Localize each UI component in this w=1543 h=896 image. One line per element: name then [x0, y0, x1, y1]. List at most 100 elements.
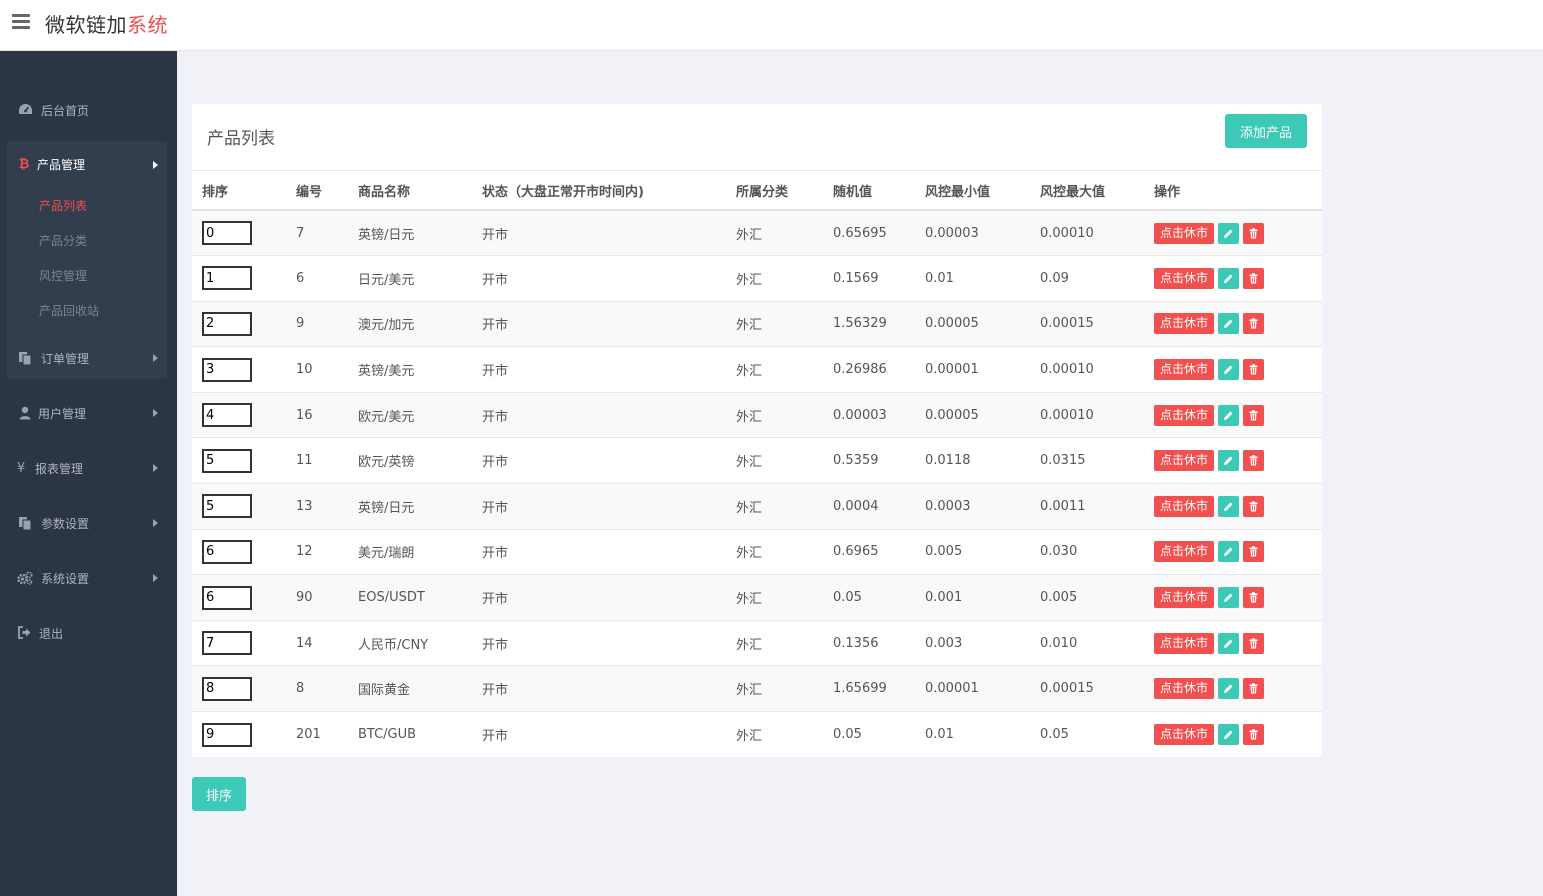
close-market-button[interactable]: 点击休市: [1154, 678, 1214, 700]
trash-icon[interactable]: [1243, 587, 1264, 609]
sort-order-input[interactable]: [202, 266, 252, 291]
market-status: 开市: [472, 392, 726, 439]
random-value: 0.1569: [823, 255, 915, 302]
sidebar-item-orders[interactable]: 订单管理: [0, 341, 177, 377]
product-list-panel: 产品列表 添加产品 排序 编号 商品名称 状态（大盘正常开市时间内) 所属分类 …: [192, 104, 1322, 757]
sidebar-item-home[interactable]: 后台首页: [0, 93, 177, 129]
edit-icon[interactable]: [1218, 404, 1239, 426]
sort-cell: [192, 529, 286, 576]
edit-icon[interactable]: [1218, 632, 1239, 654]
column-header: 商品名称: [348, 171, 472, 211]
dashboard-icon: [17, 103, 33, 119]
sort-order-input[interactable]: [202, 357, 252, 382]
sort-order-input[interactable]: [202, 494, 252, 519]
sidebar-subitem-recycle-bin[interactable]: 产品回收站: [39, 303, 99, 319]
risk-min: 0.00005: [915, 392, 1030, 439]
app-title: 微软链加系统: [45, 9, 168, 38]
sort-order-input[interactable]: [202, 585, 252, 610]
edit-icon[interactable]: [1218, 724, 1239, 746]
column-header: 编号: [286, 171, 348, 211]
close-market-button[interactable]: 点击休市: [1154, 587, 1214, 609]
category: 外汇: [736, 729, 763, 745]
risk-max: 0.030: [1030, 529, 1144, 576]
close-market-button[interactable]: 点击休市: [1154, 267, 1214, 289]
sort-order-input[interactable]: [202, 676, 252, 701]
sort-button[interactable]: 排序: [192, 777, 246, 811]
column-header: 状态（大盘正常开市时间内): [472, 171, 726, 211]
category: 外汇: [726, 574, 823, 621]
yen-icon: ¥: [16, 461, 26, 476]
random-value: 0.1356: [823, 620, 915, 667]
trash-icon[interactable]: [1243, 724, 1264, 746]
trash-icon[interactable]: [1243, 495, 1264, 517]
product-id: 12: [286, 529, 348, 576]
category: 外汇: [726, 392, 823, 439]
sort-order-input[interactable]: [202, 539, 252, 564]
edit-icon[interactable]: [1218, 313, 1239, 335]
product-name: 澳元/加元: [348, 301, 472, 348]
close-market-button[interactable]: 点击休市: [1154, 495, 1214, 517]
trash-icon[interactable]: [1243, 678, 1264, 700]
edit-icon[interactable]: [1218, 450, 1239, 472]
sort-order-input[interactable]: [202, 448, 252, 473]
close-market-button[interactable]: 点击休市: [1154, 222, 1214, 244]
product-id: 6: [286, 255, 348, 302]
risk-max: 0.0315: [1030, 437, 1144, 485]
edit-icon[interactable]: [1218, 678, 1239, 700]
risk-max: 0.005: [1030, 574, 1144, 621]
close-market-button[interactable]: 点击休市: [1154, 404, 1214, 426]
sort-order-input[interactable]: [202, 403, 252, 428]
close-market-button[interactable]: 点击休市: [1154, 541, 1214, 563]
edit-icon[interactable]: [1218, 267, 1239, 289]
actions-cell: 点击休市: [1144, 529, 1322, 576]
sidebar-item-params[interactable]: 参数设置: [0, 506, 177, 542]
sidebar: 后台首页 ₿ 产品管理 产品列表 产品分类 风控管理 产品回收站 订单管理 用户…: [0, 51, 177, 896]
sort-order-input[interactable]: [202, 311, 252, 336]
trash-icon[interactable]: [1243, 541, 1264, 563]
edit-icon[interactable]: [1218, 495, 1239, 517]
sidebar-item-products[interactable]: ₿ 产品管理: [7, 141, 167, 189]
caret-right-icon: [153, 519, 158, 527]
trash-icon[interactable]: [1243, 222, 1264, 244]
trash-icon[interactable]: [1243, 404, 1264, 426]
sidebar-item-system[interactable]: 系统设置: [0, 561, 177, 597]
edit-icon[interactable]: [1218, 222, 1239, 244]
close-market-button[interactable]: 点击休市: [1154, 359, 1214, 381]
edit-icon[interactable]: [1218, 587, 1239, 609]
category: 外汇: [726, 665, 823, 713]
trash-icon[interactable]: [1243, 313, 1264, 335]
edit-icon[interactable]: [1218, 541, 1239, 563]
close-market-button[interactable]: 点击休市: [1154, 632, 1214, 654]
close-market-button[interactable]: 点击休市: [1154, 724, 1214, 746]
trash-icon[interactable]: [1243, 632, 1264, 654]
top-bar: 微软链加系统: [0, 0, 1543, 51]
sidebar-item-users[interactable]: 用户管理: [0, 396, 177, 432]
trash-icon[interactable]: [1243, 450, 1264, 472]
risk-min: 0.001: [915, 574, 1030, 621]
column-header: 操作: [1144, 171, 1322, 211]
sidebar-subitem-product-list[interactable]: 产品列表: [39, 198, 87, 214]
user-icon: [17, 406, 33, 422]
trash-icon[interactable]: [1243, 359, 1264, 381]
close-market-button[interactable]: 点击休市: [1154, 450, 1214, 472]
edit-icon[interactable]: [1218, 359, 1239, 381]
sort-order-input[interactable]: [202, 631, 252, 656]
add-product-button[interactable]: 添加产品: [1225, 114, 1307, 148]
close-market-button[interactable]: 点击休市: [1154, 313, 1214, 335]
menu-toggle-icon[interactable]: [12, 14, 30, 30]
actions-cell: 点击休市: [1144, 620, 1322, 667]
trash-icon[interactable]: [1243, 267, 1264, 289]
risk-max: 0.010: [1030, 620, 1144, 667]
sort-order-input[interactable]: [202, 722, 252, 747]
sidebar-item-label: 用户管理: [38, 407, 87, 421]
sort-cell: [192, 712, 286, 758]
product-table: 排序 编号 商品名称 状态（大盘正常开市时间内) 所属分类 随机值 风控最小值 …: [192, 171, 1322, 757]
sort-order-input[interactable]: [202, 221, 252, 246]
random-value: 0.05: [823, 574, 915, 621]
market-status: 开市: [472, 346, 726, 393]
sidebar-subitem-product-category[interactable]: 产品分类: [39, 233, 87, 249]
sidebar-item-logout[interactable]: 退出: [0, 616, 177, 652]
sidebar-subitem-risk-control[interactable]: 风控管理: [39, 268, 87, 284]
sidebar-item-reports[interactable]: ¥ 报表管理: [0, 451, 177, 487]
product-id: 10: [286, 346, 348, 393]
